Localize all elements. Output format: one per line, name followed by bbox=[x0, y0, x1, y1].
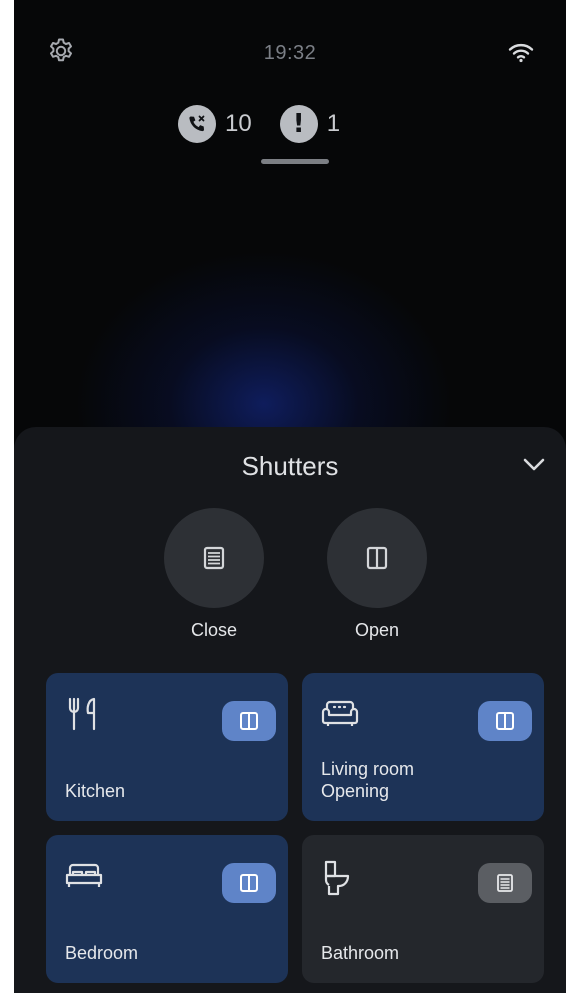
room-name: Living room bbox=[321, 759, 415, 779]
room-tile-kitchen[interactable]: Kitchen bbox=[46, 673, 288, 821]
living-room-state-button[interactable] bbox=[478, 701, 532, 741]
room-name: Bathroom bbox=[321, 943, 400, 963]
shutter-open-icon bbox=[496, 712, 514, 730]
sofa-icon bbox=[321, 700, 359, 726]
drag-handle[interactable] bbox=[261, 159, 329, 164]
close-all-label: Close bbox=[190, 620, 238, 640]
shutters-sheet: Shutters Close Open Kitchen Living room … bbox=[14, 427, 566, 993]
shutter-open-icon bbox=[240, 874, 258, 892]
room-status: Opening bbox=[321, 781, 390, 801]
room-tile-bathroom[interactable]: Bathroom bbox=[302, 835, 544, 983]
shutter-closed-icon bbox=[497, 874, 513, 892]
chevron-down-icon[interactable] bbox=[522, 457, 546, 473]
missed-call-badge bbox=[178, 105, 216, 143]
shutter-closed-icon bbox=[203, 546, 225, 570]
bathroom-state-button[interactable] bbox=[478, 863, 532, 903]
wifi-icon bbox=[508, 43, 534, 63]
screen: 19:32 10 ! 1 Shutters Close Open Kitchen… bbox=[14, 0, 566, 993]
open-all-label: Open bbox=[354, 620, 400, 640]
missed-call-icon bbox=[189, 115, 205, 132]
room-name: Bedroom bbox=[65, 943, 139, 963]
clock: 19:32 bbox=[263, 42, 317, 64]
alert-count: 1 bbox=[326, 110, 341, 137]
close-all-circle[interactable] bbox=[164, 508, 264, 608]
kitchen-icon bbox=[68, 697, 96, 731]
kitchen-state-button[interactable] bbox=[222, 701, 276, 741]
shutter-open-icon bbox=[240, 712, 258, 730]
alert-badge: ! bbox=[279, 105, 318, 143]
sheet-title: Shutters bbox=[241, 451, 339, 481]
shutter-open-icon bbox=[366, 546, 388, 570]
room-tile-living-room[interactable]: Living room Opening bbox=[302, 673, 544, 821]
alert-icon: ! bbox=[292, 109, 305, 139]
missed-call-count: 10 bbox=[225, 110, 252, 137]
toilet-icon bbox=[324, 860, 350, 896]
bed-icon bbox=[65, 863, 103, 887]
room-name: Kitchen bbox=[65, 781, 126, 801]
status-bar: 19:32 10 ! 1 bbox=[14, 0, 566, 170]
open-all-circle[interactable] bbox=[327, 508, 427, 608]
close-all-button[interactable]: Close bbox=[164, 508, 264, 641]
notification-summary[interactable]: 10 ! 1 bbox=[178, 104, 340, 144]
bedroom-state-button[interactable] bbox=[222, 863, 276, 903]
room-tile-bedroom[interactable]: Bedroom bbox=[46, 835, 288, 983]
open-all-button[interactable]: Open bbox=[327, 508, 427, 641]
